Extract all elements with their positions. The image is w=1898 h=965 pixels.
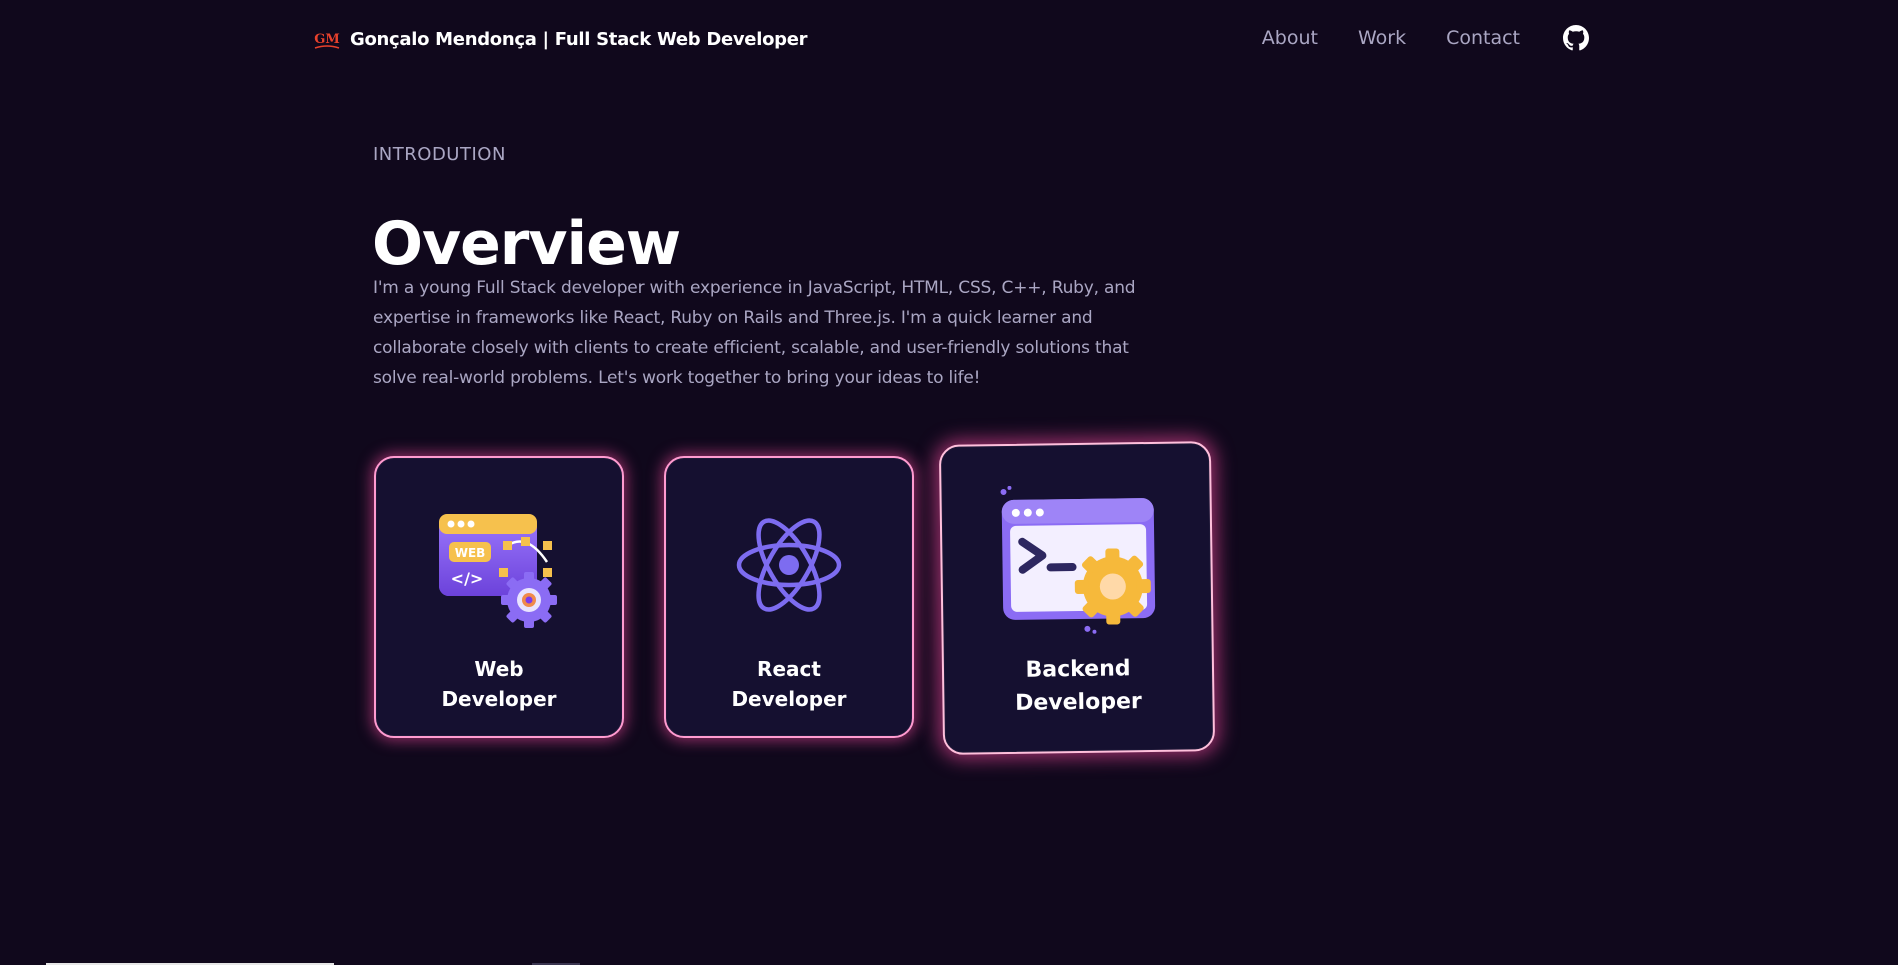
section-subtitle: INTRODUTION — [373, 144, 506, 165]
brand-link[interactable]: GM Gonçalo Mendonça | Full Stack Web Dev… — [312, 24, 807, 54]
svg-text:</>: </> — [451, 569, 484, 588]
service-card-react[interactable]: React Developer — [664, 456, 914, 738]
nav-links: About Work Contact — [1222, 24, 1590, 52]
svg-text:WEB: WEB — [455, 546, 486, 560]
service-card-label-line1: React — [757, 657, 821, 681]
service-card-label-line1: Backend — [1025, 656, 1131, 683]
react-atom-icon — [719, 500, 859, 630]
service-card-label: Web Developer — [441, 654, 556, 714]
logo-text: GM — [314, 32, 340, 47]
navbar: GM Gonçalo Mendonça | Full Stack Web Dev… — [0, 0, 1898, 78]
service-card-label-line1: Web — [474, 657, 524, 681]
service-card-label: Backend Developer — [1014, 652, 1142, 720]
service-card-label-line2: Developer — [1014, 689, 1142, 716]
service-card-label-line2: Developer — [731, 687, 847, 711]
nav-link-contact[interactable]: Contact — [1446, 24, 1520, 52]
web-dev-icon: WEB </> — [429, 500, 569, 630]
service-card-web[interactable]: WEB </> Web Developer — [374, 456, 624, 738]
logo-icon: GM — [312, 24, 342, 54]
intro-paragraph: I'm a young Full Stack developer with ex… — [373, 278, 1136, 388]
brand-title: Gonçalo Mendonça | Full Stack Web Develo… — [350, 28, 808, 50]
nav-link-about[interactable]: About — [1262, 24, 1318, 52]
service-card-backend[interactable]: Backend Developer — [938, 441, 1216, 755]
github-icon[interactable] — [1562, 24, 1590, 52]
service-card-label: React Developer — [731, 654, 846, 714]
terminal-gear-icon — [993, 484, 1159, 636]
nav-link-work[interactable]: Work — [1358, 24, 1406, 52]
service-card-label-line2: Developer — [441, 687, 557, 711]
